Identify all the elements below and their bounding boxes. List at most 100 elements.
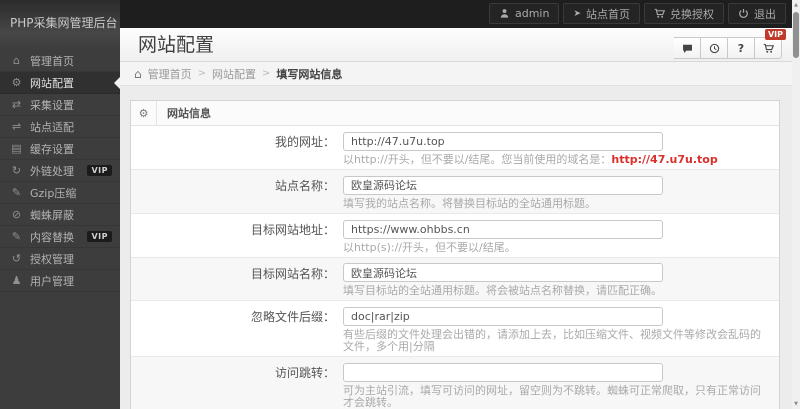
sidebar-item-label: 授权管理 — [30, 252, 74, 266]
scroll-up-icon[interactable] — [792, 2, 800, 8]
panel-title: 网站信息 — [167, 107, 211, 120]
license-icon — [10, 252, 23, 265]
vip-badge: VIP — [764, 29, 786, 40]
page-header: 网站配置 VIP — [120, 28, 792, 62]
cart-icon — [654, 8, 665, 18]
topbar-site-home[interactable]: 站点首页 — [563, 3, 640, 24]
content-area: 网站配置 VIP 管理首页 > 网站配置 — [120, 28, 792, 409]
scrollbar[interactable] — [792, 0, 800, 409]
history-button[interactable] — [701, 37, 728, 59]
sidebar-item-content-replace[interactable]: 内容替换 VIP — [0, 226, 120, 248]
collect-icon — [10, 98, 23, 111]
field-label: 我的网址： — [274, 135, 335, 149]
field-label: 目标网站名称： — [250, 266, 335, 281]
sidebar-menu: 管理首页 网站配置 采集设置 站点适配 缓存设置 外链处理 VIP — [0, 50, 120, 292]
sidebar-item-label: 缓存设置 — [30, 142, 74, 156]
field-row-visit-redirect: 访问跳转： 可为主站引流，填写可访问的网址，留空则为不跳转。蜘蛛可正常爬取，只有… — [131, 356, 779, 409]
breadcrumb-separator: > — [197, 68, 207, 79]
sidebar-item-label: 蜘蛛屏蔽 — [30, 208, 74, 222]
field-label: 目标网站地址： — [250, 222, 335, 237]
field-row-ignore-ext: 忽略文件后缀： 有些后缀的文件处理会出错的，请添加上去，比如压缩文件、视频文件等… — [131, 300, 779, 356]
sidebar-item-label: 采集设置 — [30, 98, 74, 112]
target-name-input[interactable] — [343, 263, 663, 282]
share-arrow-icon — [573, 9, 581, 19]
field-row-target-url: 目标网站地址： 以http(s)://开头，但不要以/结尾。 — [131, 212, 779, 257]
sidebar-item-user-manage[interactable]: 用户管理 — [0, 270, 120, 292]
pencil-icon — [10, 186, 23, 199]
topbar-exchange-license-label: 兑换授权 — [670, 7, 714, 21]
sidebar-item-label: 网站配置 — [30, 76, 74, 90]
edit-icon — [10, 230, 23, 243]
hint-text: 以http://开头，但不要以/结尾。您当前使用的域名是： — [343, 153, 612, 166]
home-icon — [10, 54, 23, 67]
vip-badge: VIP — [87, 165, 112, 176]
breadcrumb: 管理首页 > 网站配置 > 填写网站信息 — [120, 62, 792, 86]
scrollbar-thumb[interactable] — [793, 12, 799, 58]
sidebar-item-label: 用户管理 — [30, 274, 74, 288]
user-icon — [10, 274, 23, 287]
field-hint: 填写目标站的全站通用标题。将会被站点名称替换，请匹配正确。 — [343, 284, 662, 297]
current-domain-text: http://47.u7u.top — [611, 153, 718, 166]
header-toolbar: VIP — [674, 29, 786, 59]
ignore-ext-input[interactable] — [343, 307, 663, 326]
topbar-admin-label: admin — [514, 7, 550, 20]
sidebar: PHP采集网管理后台 管理首页 网站配置 采集设置 站点适配 缓存设置 — [0, 0, 120, 409]
sidebar-item-label: 站点适配 — [30, 120, 74, 134]
breadcrumb-site-config[interactable]: 网站配置 — [212, 66, 256, 82]
breadcrumb-separator: > — [262, 68, 271, 79]
top-menu: admin 站点首页 兑换授权 退出 — [485, 3, 786, 24]
sidebar-item-admin-home[interactable]: 管理首页 — [0, 50, 120, 72]
top-bar: admin 站点首页 兑换授权 退出 — [0, 0, 800, 28]
ban-icon — [10, 208, 23, 221]
my-url-input[interactable] — [343, 132, 663, 151]
sidebar-item-label: 内容替换 — [30, 230, 74, 244]
field-label: 站点名称： — [274, 179, 335, 193]
user-icon — [500, 9, 509, 18]
sidebar-item-collect-settings[interactable]: 采集设置 — [0, 94, 120, 116]
vip-badge: VIP — [87, 231, 112, 242]
topbar-logout[interactable]: 退出 — [728, 3, 786, 24]
sidebar-item-spider-block[interactable]: 蜘蛛屏蔽 — [0, 204, 120, 226]
help-icon — [738, 42, 744, 55]
adapt-icon — [10, 120, 23, 133]
power-icon — [739, 9, 748, 18]
topbar-admin[interactable]: admin — [488, 3, 560, 24]
topbar-site-home-label: 站点首页 — [586, 7, 630, 21]
site-info-panel: 网站信息 我的网址： 以http://开头，但不要以/结尾。您当前使用的域名是：… — [130, 100, 780, 409]
cart-button[interactable] — [755, 37, 782, 59]
breadcrumb-current: 填写网站信息 — [276, 67, 343, 81]
target-url-input[interactable] — [343, 219, 663, 239]
topbar-logout-label: 退出 — [754, 7, 776, 21]
sidebar-item-cache-settings[interactable]: 缓存设置 — [0, 138, 120, 160]
field-hint: 以http://开头，但不要以/结尾。您当前使用的域名是：http://47.u… — [343, 154, 765, 166]
scroll-down-icon[interactable] — [792, 401, 800, 407]
admin-page: admin 站点首页 兑换授权 退出 PHP采集网管理后台 管理首页 — [0, 0, 800, 409]
field-hint: 有些后缀的文件处理会出错的，请添加上去，比如压缩文件、视频文件等修改会乱码的文件… — [343, 328, 761, 353]
brand-logo: PHP采集网管理后台 — [0, 0, 120, 50]
page-body: 网站信息 我的网址： 以http://开头，但不要以/结尾。您当前使用的域名是：… — [120, 86, 792, 409]
breadcrumb-admin-home[interactable]: 管理首页 — [148, 66, 192, 82]
field-hint: 以http(s)://开头，但不要以/结尾。 — [343, 240, 516, 254]
help-button[interactable] — [728, 37, 755, 59]
field-hint: 可为主站引流，填写可访问的网址，留空则为不跳转。蜘蛛可正常爬取，只有正常访问才会… — [343, 384, 761, 409]
field-row-my-url: 我的网址： 以http://开头，但不要以/结尾。您当前使用的域名是：http:… — [131, 126, 779, 169]
refresh-icon — [10, 164, 23, 177]
comment-icon — [682, 44, 692, 53]
sidebar-item-site-config[interactable]: 网站配置 — [0, 72, 120, 94]
sidebar-item-license-manage[interactable]: 授权管理 — [0, 248, 120, 270]
sidebar-item-gzip[interactable]: Gzip压缩 — [0, 182, 120, 204]
site-name-input[interactable] — [343, 175, 663, 195]
cart-icon — [763, 43, 774, 53]
history-icon — [709, 43, 719, 53]
topbar-exchange-license[interactable]: 兑换授权 — [644, 3, 724, 24]
sidebar-item-external-links[interactable]: 外链处理 VIP — [0, 160, 120, 182]
sidebar-item-label: 外链处理 — [30, 164, 74, 178]
field-row-target-name: 目标网站名称： 填写目标站的全站通用标题。将会被站点名称替换，请匹配正确。 — [131, 256, 779, 300]
gear-icon — [10, 76, 23, 89]
comment-button[interactable] — [674, 37, 701, 59]
cache-icon — [10, 142, 23, 155]
visit-redirect-input[interactable] — [343, 363, 663, 382]
field-row-site-name: 站点名称： 填写我的站点名称。将替换目标站的全站通用标题。 — [131, 169, 779, 213]
sidebar-item-site-adapt[interactable]: 站点适配 — [0, 116, 120, 138]
sidebar-item-label: Gzip压缩 — [30, 186, 77, 200]
